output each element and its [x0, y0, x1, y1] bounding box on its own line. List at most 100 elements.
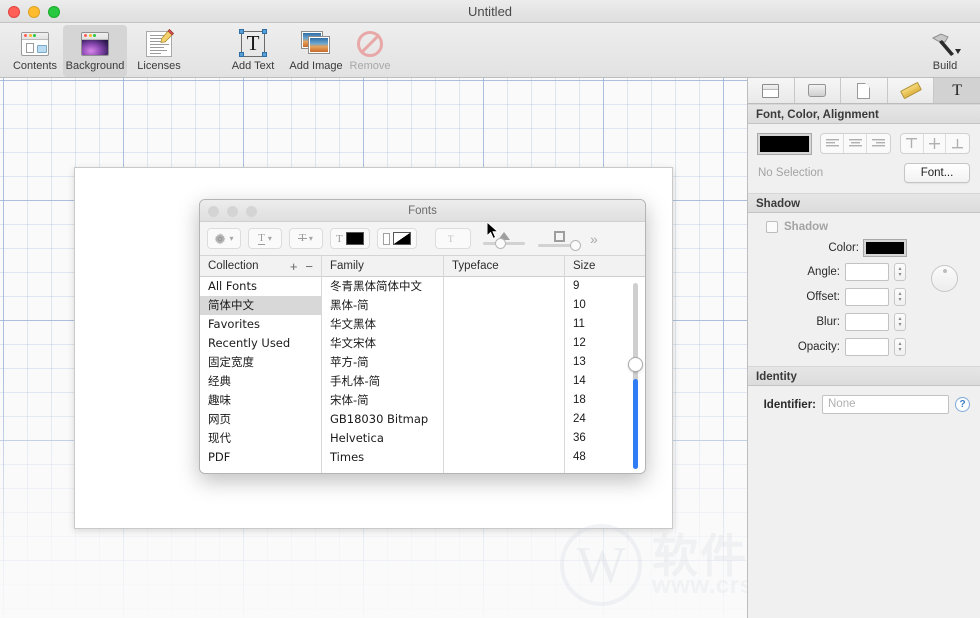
list-item[interactable]: 华文黑体: [322, 315, 443, 334]
align-vertical-group: [899, 133, 970, 154]
tab-disk[interactable]: [795, 78, 842, 103]
shadow-color-row: Color:: [758, 239, 970, 257]
fonts-panel-title: Fonts: [408, 205, 437, 217]
underline-chevron-icon: ▾: [267, 234, 272, 243]
header-typeface[interactable]: Typeface: [444, 255, 565, 277]
toolbar-item-remove: Remove: [343, 25, 397, 77]
gear-chevron-icon: ▾: [229, 234, 234, 243]
shadow-offset-slider[interactable]: [537, 230, 581, 251]
identifier-input[interactable]: None: [822, 395, 949, 414]
align-top-icon[interactable]: [901, 134, 924, 153]
align-right-icon[interactable]: [867, 134, 890, 153]
toolbar-overflow-button[interactable]: »: [590, 231, 598, 247]
shadow-angle-input[interactable]: [845, 263, 889, 281]
shadow-color-well[interactable]: [863, 239, 907, 257]
disk-icon: [808, 84, 827, 97]
toolbar-label-build: Build: [932, 60, 958, 72]
list-item[interactable]: 简体中文: [200, 296, 321, 315]
shadow-opacity-row: Opacity: ▴ ▾: [758, 338, 970, 356]
size-scrollbar-fill: [633, 379, 638, 469]
text-color-icon[interactable]: T: [330, 228, 370, 249]
font-button[interactable]: Font...: [904, 163, 970, 183]
selection-status: No Selection: [758, 167, 824, 179]
add-collection-button[interactable]: +: [290, 256, 298, 277]
shadow-checkbox-row[interactable]: Shadow: [758, 221, 970, 233]
list-item[interactable]: 苹方-简: [322, 353, 443, 372]
list-item[interactable]: 现代: [200, 429, 321, 448]
align-middle-icon[interactable]: [924, 134, 947, 153]
header-size[interactable]: Size: [565, 256, 645, 277]
underline-icon[interactable]: T ▾: [248, 228, 282, 249]
tab-document[interactable]: [841, 78, 888, 103]
fonts-panel[interactable]: Fonts ▾ T ▾ T ▾ T T: [199, 199, 646, 474]
toolbar-item-add-text[interactable]: T Add Text: [222, 25, 284, 77]
pencil-icon: [160, 28, 174, 43]
list-item[interactable]: 趣味: [200, 391, 321, 410]
list-item[interactable]: 冬青黑体简体中文: [322, 277, 443, 296]
collection-list[interactable]: All Fonts 简体中文 Favorites Recently Used 固定宽度经…: [200, 277, 322, 473]
align-center-icon[interactable]: [844, 134, 867, 153]
toolbar-item-contents[interactable]: Contents: [3, 25, 67, 77]
tab-text[interactable]: T: [934, 78, 980, 103]
shadow-offset-input[interactable]: [845, 288, 889, 306]
toolbar-label-background: Background: [65, 60, 125, 72]
size-list[interactable]: 9 10 11 12 13 14 18 24 36 48: [565, 277, 645, 473]
list-item[interactable]: 固定宽度: [200, 353, 321, 372]
align-bottom-icon[interactable]: [946, 134, 969, 153]
font-color-well[interactable]: [756, 132, 813, 155]
list-item[interactable]: Recently Used: [200, 334, 321, 353]
size-scrollbar-knob[interactable]: [628, 357, 643, 372]
toolbar-item-licenses[interactable]: Licenses: [127, 25, 191, 77]
align-left-icon[interactable]: [821, 134, 845, 153]
shadow-opacity-input[interactable]: [845, 338, 889, 356]
list-item[interactable]: Helvetica: [322, 429, 443, 448]
remove-icon: [357, 28, 383, 59]
toolbar-label-remove: Remove: [349, 60, 391, 72]
list-item[interactable]: Favorites: [200, 315, 321, 334]
typeface-list[interactable]: [444, 277, 565, 473]
list-item[interactable]: PDF: [200, 448, 321, 467]
identifier-help-icon[interactable]: ?: [955, 397, 970, 412]
list-item[interactable]: 华文宋体: [322, 334, 443, 353]
shadow-checkbox[interactable]: [766, 221, 778, 233]
remove-collection-button[interactable]: −: [305, 256, 313, 277]
list-item[interactable]: 手札体-简: [322, 372, 443, 391]
tab-window[interactable]: [748, 78, 795, 103]
list-item[interactable]: 黑体-简: [322, 296, 443, 315]
document-color-icon[interactable]: [377, 228, 417, 249]
window-title: Untitled: [467, 4, 513, 19]
inspector-panel: T Font, Color, Alignment No Selection Fo…: [747, 78, 980, 618]
section-header-identity: Identity: [748, 366, 980, 386]
list-item[interactable]: All Fonts: [200, 277, 321, 296]
mouse-cursor-icon: [487, 222, 500, 240]
angle-dial[interactable]: [931, 265, 958, 292]
shadow-angle-stepper[interactable]: ▴ ▾: [894, 263, 906, 281]
toolbar-label-contents: Contents: [12, 60, 58, 72]
shadow-opacity-label: Opacity:: [797, 341, 840, 353]
shadow-color-label: Color:: [828, 242, 859, 254]
contents-icon: [21, 28, 49, 59]
header-family[interactable]: Family: [322, 255, 444, 277]
strikethrough-icon[interactable]: T ▾: [289, 228, 323, 249]
list-item[interactable]: GB18030 Bitmap: [322, 410, 443, 429]
toolbar-item-build[interactable]: Build: [916, 25, 974, 77]
shadow-blur-input[interactable]: [845, 313, 889, 331]
section-body-shadow: Shadow Color: Angle: ▴ ▾ Offset: ▴ ▾ Blur:…: [748, 213, 980, 366]
family-list[interactable]: 冬青黑体简体中文 黑体-简 华文黑体 华文宋体 苹方-简 手札体-简 宋体-简 GB18030…: [322, 277, 444, 473]
shadow-offset-stepper[interactable]: ▴ ▾: [894, 288, 906, 306]
shadow-blur-label: Blur:: [816, 316, 840, 328]
shadow-toggle-icon[interactable]: T: [435, 228, 471, 249]
list-item[interactable]: Times: [322, 448, 443, 467]
toolbar-item-background[interactable]: Background: [63, 25, 127, 77]
toolbar-label-licenses: Licenses: [137, 60, 181, 72]
list-item[interactable]: 网页: [200, 410, 321, 429]
toolbar-item-add-image[interactable]: Add Image: [283, 25, 349, 77]
list-item[interactable]: 经典: [200, 372, 321, 391]
shadow-opacity-stepper[interactable]: ▴ ▾: [894, 338, 906, 356]
section-body-font: No Selection Font...: [748, 124, 980, 193]
tab-ruler[interactable]: [888, 78, 935, 103]
shadow-blur-stepper[interactable]: ▴ ▾: [894, 313, 906, 331]
list-item[interactable]: 宋体-简: [322, 391, 443, 410]
gear-icon[interactable]: ▾: [207, 228, 241, 249]
header-collection[interactable]: Collection + −: [200, 255, 322, 277]
